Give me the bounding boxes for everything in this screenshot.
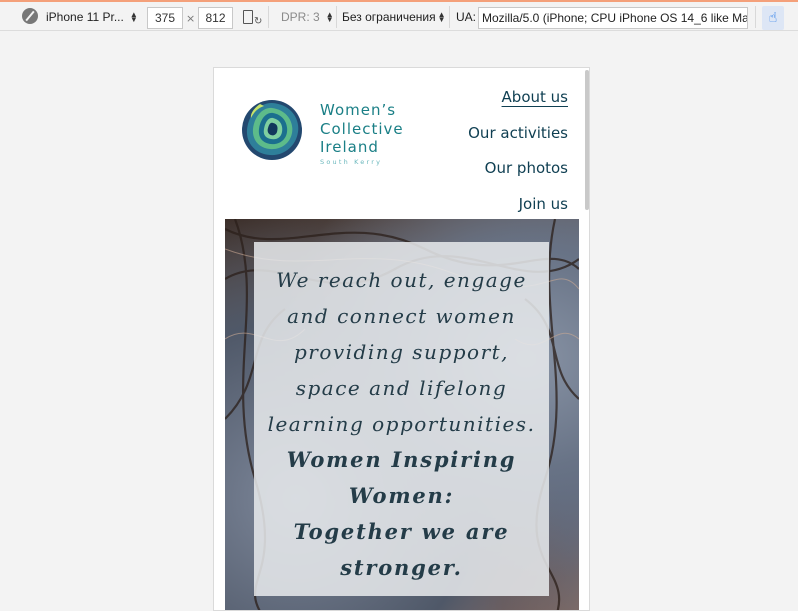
- toolbar-divider: [449, 6, 450, 28]
- quote-line: We reach out, engage: [276, 268, 527, 292]
- slogan-line: stronger.: [340, 555, 463, 580]
- toolbar-divider: [268, 6, 269, 28]
- dpr-value: DPR: 3: [281, 10, 320, 24]
- mission-quote: We reach out, engage and connect women p…: [254, 242, 549, 596]
- site-logo[interactable]: [242, 100, 302, 160]
- throttling-value: Без ограничения: [342, 10, 436, 24]
- dpr-select[interactable]: DPR: 3 ▲ ▼: [281, 6, 334, 28]
- quote-line: and connect women: [287, 304, 516, 328]
- height-input[interactable]: 812: [198, 7, 233, 29]
- device-viewport: Women’s Collective Ireland South Kerry A…: [213, 67, 590, 611]
- touch-icon[interactable]: ☝: [762, 6, 784, 30]
- brand-name[interactable]: Women’s Collective Ireland: [320, 101, 404, 157]
- toolbar-divider: [336, 6, 337, 28]
- slogan-line: Together we are: [293, 519, 510, 544]
- quote-line: learning opportunities.: [267, 412, 536, 436]
- select-arrows-icon: ▲ ▼: [325, 10, 334, 24]
- device-select[interactable]: iPhone 11 Pr... ▲ ▼: [46, 6, 138, 28]
- select-arrows-icon: ▲ ▼: [129, 10, 138, 24]
- brand-line: Collective: [320, 119, 404, 138]
- hero-image: We reach out, engage and connect women p…: [225, 219, 579, 610]
- throttling-select[interactable]: Без ограничения ▲ ▼: [342, 6, 446, 28]
- nav-our-activities[interactable]: Our activities: [468, 122, 568, 158]
- slogan-line: Women Inspiring: [286, 447, 517, 472]
- device-toolbar: iPhone 11 Pr... ▲ ▼ 375 × 812 ↻ DPR: 3 ▲ ▼…: [0, 0, 798, 31]
- toolbar-divider: [755, 6, 756, 28]
- brand-tagline: South Kerry: [320, 158, 383, 166]
- ua-label: UA:: [456, 10, 477, 24]
- nav-our-photos[interactable]: Our photos: [468, 157, 568, 193]
- no-throttle-icon[interactable]: [22, 8, 38, 24]
- brand-line: Women’s: [320, 101, 397, 119]
- main-nav: About us Our activities Our photos Join …: [468, 86, 568, 228]
- quote-line: space and lifelong: [295, 376, 508, 400]
- width-input[interactable]: 375: [147, 7, 183, 29]
- slogan-line: Women:: [348, 483, 455, 508]
- rotate-icon[interactable]: [243, 10, 253, 24]
- page-scrollbar[interactable]: [585, 70, 589, 210]
- select-arrows-icon: ▲ ▼: [437, 10, 446, 24]
- user-agent-input[interactable]: Mozilla/5.0 (iPhone; CPU iPhone OS 14_6 …: [478, 7, 748, 29]
- quote-line: providing support,: [293, 340, 510, 364]
- nav-about-us[interactable]: About us: [468, 86, 568, 122]
- dimension-separator: ×: [186, 11, 196, 25]
- brand-line: Ireland: [320, 138, 379, 156]
- rotate-arrow-icon: ↻: [254, 15, 263, 27]
- device-select-value: iPhone 11 Pr...: [46, 10, 124, 24]
